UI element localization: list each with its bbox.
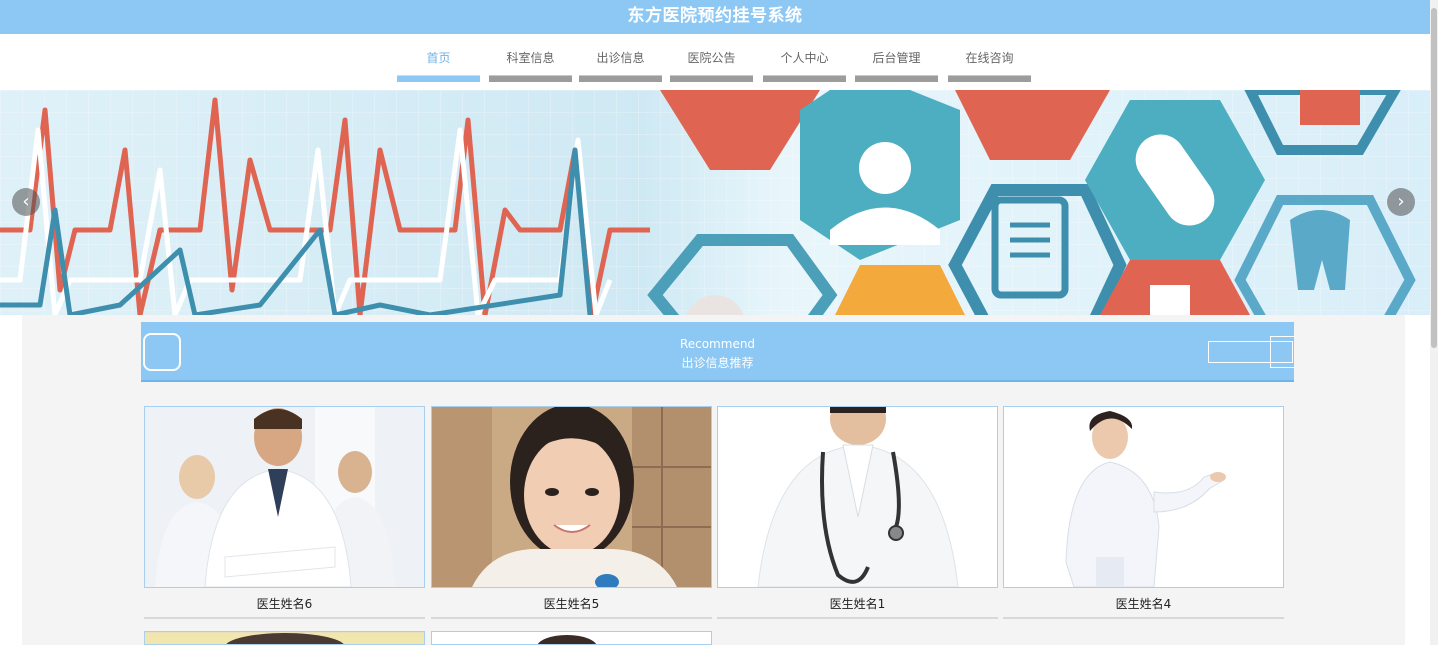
chevron-left-icon: ‹ bbox=[22, 191, 30, 212]
doctor-photo bbox=[431, 406, 712, 588]
recommend-header: Recommend 出诊信息推荐 bbox=[141, 322, 1294, 382]
nav-underline bbox=[397, 75, 480, 82]
doctor-card[interactable] bbox=[431, 631, 712, 645]
doctor-photo bbox=[144, 406, 425, 588]
nav-underline bbox=[855, 75, 938, 82]
nav-underline bbox=[670, 75, 753, 82]
nav-item-label: 出诊信息 bbox=[596, 51, 645, 65]
doctor-card[interactable]: 医生姓名6 bbox=[144, 406, 425, 619]
main-nav: 首页 科室信息 出诊信息 医院公告 个人中心 后台管理 在线咨询 bbox=[0, 34, 1430, 90]
nav-item-announcements[interactable]: 医院公告 bbox=[670, 49, 753, 82]
carousel-prev-button[interactable]: ‹ bbox=[12, 188, 40, 216]
divider bbox=[1003, 617, 1284, 619]
nav-underline bbox=[579, 75, 662, 82]
banner-image bbox=[0, 90, 1430, 315]
doctor-card[interactable]: 医生姓名4 bbox=[1003, 406, 1284, 619]
nav-item-home[interactable]: 首页 bbox=[397, 49, 480, 82]
nav-underline bbox=[948, 75, 1031, 82]
chevron-right-icon: › bbox=[1397, 191, 1405, 212]
nav-item-personal-center[interactable]: 个人中心 bbox=[763, 49, 846, 82]
nav-item-departments[interactable]: 科室信息 bbox=[489, 49, 572, 82]
nav-item-label: 在线咨询 bbox=[965, 51, 1014, 65]
decorative-frame bbox=[1270, 336, 1294, 368]
divider bbox=[717, 617, 998, 619]
doctor-card[interactable]: 医生姓名5 bbox=[431, 406, 712, 619]
banner-carousel: ‹ › bbox=[0, 90, 1430, 315]
nav-item-schedule[interactable]: 出诊信息 bbox=[579, 49, 662, 82]
nav-underline bbox=[763, 75, 846, 82]
page-scrollbar[interactable] bbox=[1430, 0, 1438, 645]
site-header: 东方医院预约挂号系统 bbox=[0, 0, 1430, 34]
doctor-card[interactable]: 医生姓名1 bbox=[717, 406, 998, 619]
doctor-photo bbox=[431, 631, 712, 645]
nav-item-label: 首页 bbox=[426, 51, 451, 65]
doctor-name: 医生姓名1 bbox=[829, 597, 886, 611]
doctor-name: 医生姓名5 bbox=[543, 597, 600, 611]
nav-item-consultation[interactable]: 在线咨询 bbox=[948, 49, 1031, 82]
recommend-title-en: Recommend bbox=[679, 337, 756, 351]
doctor-name: 医生姓名6 bbox=[256, 597, 313, 611]
doctor-photo bbox=[1003, 406, 1284, 588]
scrollbar-thumb[interactable] bbox=[1431, 8, 1437, 348]
site-title: 东方医院预约挂号系统 bbox=[627, 6, 803, 26]
carousel-next-button[interactable]: › bbox=[1387, 188, 1415, 216]
divider bbox=[431, 617, 712, 619]
nav-underline bbox=[489, 75, 572, 82]
doctor-photo bbox=[144, 631, 425, 645]
doctor-photo bbox=[717, 406, 998, 588]
doctor-card[interactable] bbox=[144, 631, 425, 645]
nav-item-label: 医院公告 bbox=[687, 51, 736, 65]
recommend-title-cn: 出诊信息推荐 bbox=[681, 356, 754, 370]
nav-item-label: 个人中心 bbox=[780, 51, 829, 65]
nav-item-label: 科室信息 bbox=[506, 51, 555, 65]
divider bbox=[144, 617, 425, 619]
nav-item-label: 后台管理 bbox=[872, 51, 921, 65]
doctor-name: 医生姓名4 bbox=[1115, 597, 1172, 611]
nav-item-admin[interactable]: 后台管理 bbox=[855, 49, 938, 82]
